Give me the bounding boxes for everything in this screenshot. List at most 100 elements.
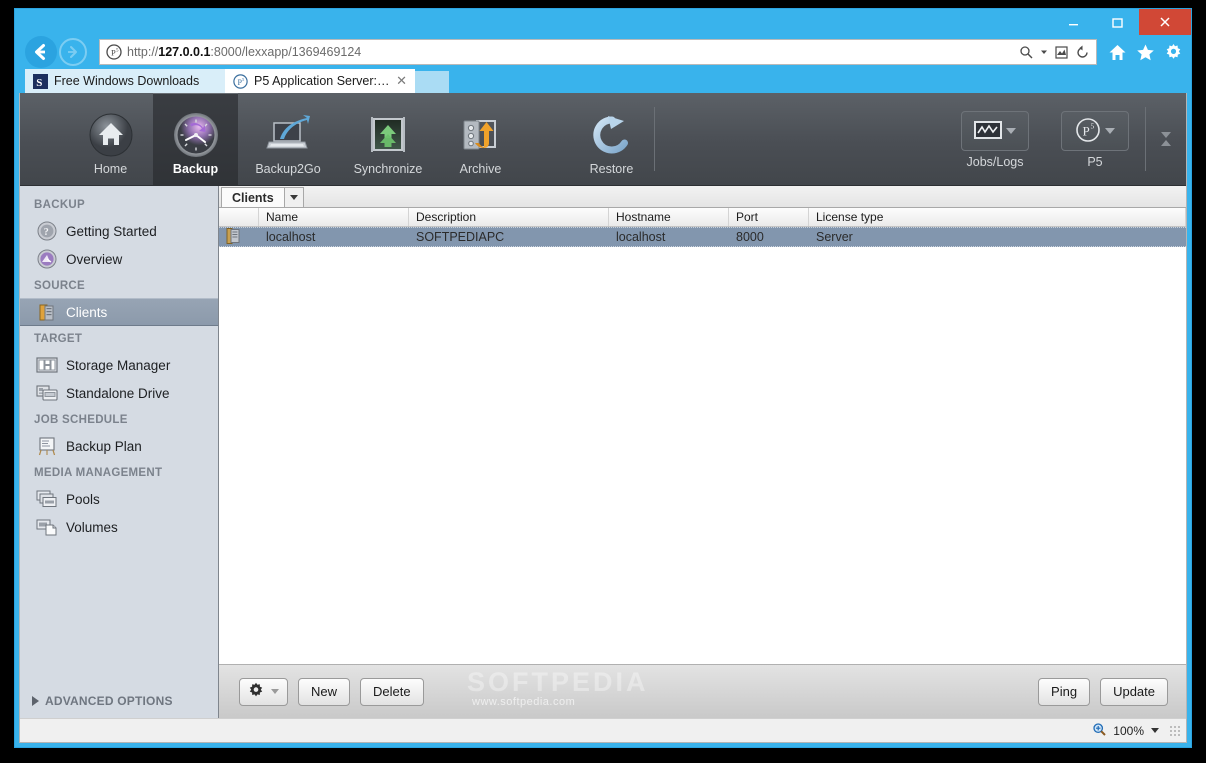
refresh-icon[interactable]: [1075, 45, 1090, 60]
sidebar-item-pools-label: Pools: [66, 491, 100, 507]
resize-grip[interactable]: [1170, 725, 1180, 736]
toolbar-item-jobs-logs[interactable]: Jobs/Logs: [945, 93, 1045, 185]
table-header-description[interactable]: Description: [409, 208, 609, 226]
browser-tab-1-title: Free Windows Downloads: [54, 74, 200, 88]
table-header-port[interactable]: Port: [729, 208, 809, 226]
minimize-button[interactable]: [1051, 9, 1095, 35]
zoom-magnifier-icon[interactable]: [1092, 722, 1107, 740]
sidebar-group-job-schedule-title: JOB SCHEDULE: [34, 414, 128, 426]
p5-icon: P 5: [233, 73, 248, 89]
toolbar-item-restore[interactable]: Restore: [569, 93, 654, 185]
chevron-down-icon[interactable]: [1006, 128, 1016, 134]
gear-icon: [248, 682, 264, 701]
compatibility-view-icon[interactable]: [1054, 45, 1069, 60]
row-hostname-cell: localhost: [616, 230, 666, 244]
table-row[interactable]: localhost SOFTPEDIAPC localhost 8000 Ser…: [219, 227, 1186, 247]
sidebar-item-clients[interactable]: Clients: [20, 298, 218, 326]
clients-server-icon: [36, 301, 58, 323]
toolbar-item-backup[interactable]: Backup: [153, 93, 238, 185]
forward-arrow-icon[interactable]: [59, 38, 87, 66]
sidebar-item-volumes[interactable]: Volumes: [20, 513, 218, 541]
table-header-name[interactable]: Name: [259, 208, 409, 226]
collapse-toggle-icon[interactable]: [1146, 93, 1186, 185]
jobs-logs-button[interactable]: [961, 111, 1029, 151]
table-header-license-type[interactable]: License type: [809, 208, 1186, 226]
sidebar-item-getting-started-label: Getting Started: [66, 223, 157, 239]
sidebar-advanced-options-label: ADVANCED OPTIONS: [45, 694, 173, 708]
ping-button[interactable]: Ping: [1038, 677, 1091, 706]
sidebar-item-standalone-drive[interactable]: Standalone Drive: [20, 379, 218, 407]
back-arrow-icon[interactable]: [25, 36, 57, 68]
tab-clients-dropdown[interactable]: [284, 187, 304, 207]
svg-text:P: P: [1083, 123, 1090, 138]
table-footer-right-group: Ping Update: [1028, 677, 1168, 706]
gear-icon[interactable]: [1164, 43, 1183, 62]
content-area: Clients Name Description Hostname Port L…: [219, 186, 1186, 718]
update-button[interactable]: Update: [1100, 677, 1168, 706]
toolbar-item-archive[interactable]: Archive: [438, 93, 523, 185]
toolbar-item-home[interactable]: Home: [68, 93, 153, 185]
sidebar-item-getting-started[interactable]: ? Getting Started: [20, 217, 218, 245]
clients-table: Name Description Hostname Port License t…: [219, 208, 1186, 718]
new-tab-button[interactable]: [415, 71, 449, 93]
p5-menu-button[interactable]: P 5: [1061, 111, 1129, 151]
browser-status-bar: 100%: [20, 718, 1186, 742]
tab-clients-label: Clients: [232, 190, 274, 205]
zoom-dropdown-icon[interactable]: [1150, 724, 1160, 738]
sidebar-group-target-title: TARGET: [34, 333, 83, 345]
table-header-hostname[interactable]: Hostname: [609, 208, 729, 226]
chevron-down-icon: [289, 195, 298, 200]
address-bar[interactable]: P 5 http://127.0.0.1:8000/lexxapp/136946…: [99, 39, 1097, 65]
toolbar-item-synchronize[interactable]: Synchronize: [338, 93, 438, 185]
star-icon[interactable]: [1136, 43, 1155, 62]
chevron-down-icon[interactable]: [1105, 128, 1115, 134]
toolbar-item-synchronize-label: Synchronize: [353, 162, 423, 176]
toolbar-item-p5[interactable]: P 5 P5: [1045, 93, 1145, 185]
archive-safe-icon: [455, 109, 507, 161]
overview-icon: [36, 248, 58, 270]
sidebar-item-volumes-label: Volumes: [66, 519, 118, 535]
sidebar-advanced-options[interactable]: ADVANCED OPTIONS: [20, 684, 218, 718]
synchronize-arrows-icon: [362, 109, 414, 161]
content-tab-bar: Clients: [219, 186, 1186, 208]
standalone-drive-icon: [36, 382, 58, 404]
window-controls: [1051, 9, 1191, 35]
svg-text:5: 5: [242, 77, 245, 82]
p5-logo-icon: P 5: [1075, 117, 1101, 146]
row-description-cell: SOFTPEDIAPC: [416, 230, 505, 244]
sidebar-item-storage-manager-label: Storage Manager: [66, 357, 171, 373]
table-body: localhost SOFTPEDIAPC localhost 8000 Ser…: [219, 227, 1186, 664]
address-bar-url: http://127.0.0.1:8000/lexxapp/1369469124: [127, 45, 362, 59]
toolbar-item-archive-label: Archive: [459, 162, 502, 176]
table-header-icon[interactable]: [219, 208, 259, 226]
page-viewport: Home Backup Backup2Go Synchronize Archiv…: [19, 93, 1187, 743]
getting-started-icon: ?: [36, 220, 58, 242]
close-button[interactable]: [1139, 9, 1191, 35]
toolbar-item-backup-label: Backup: [172, 162, 219, 176]
new-button[interactable]: New: [298, 677, 351, 706]
toolbar-item-restore-label: Restore: [589, 162, 634, 176]
storage-manager-icon: [36, 354, 58, 376]
sidebar-item-standalone-drive-label: Standalone Drive: [66, 385, 170, 401]
sidebar-group-backup-title: BACKUP: [34, 199, 85, 211]
settings-menu-button[interactable]: [239, 677, 288, 706]
toolbar-item-backup2go[interactable]: Backup2Go: [238, 93, 338, 185]
delete-button[interactable]: Delete: [360, 677, 424, 706]
row-license-cell: Server: [816, 230, 853, 244]
sidebar-group-media-management-title: MEDIA MANAGEMENT: [34, 467, 163, 479]
watermark-brand: SOFTPEDIA: [467, 667, 649, 697]
svg-text:S: S: [36, 76, 42, 88]
sidebar-item-backup-plan[interactable]: Backup Plan: [20, 432, 218, 460]
home-icon[interactable]: [1108, 43, 1127, 62]
tab-clients[interactable]: Clients: [221, 187, 285, 207]
browser-tab-1[interactable]: S Free Windows Downloads: [25, 69, 225, 93]
sidebar-item-pools[interactable]: Pools: [20, 485, 218, 513]
browser-tab-2[interactable]: P 5 P5 Application Server: SOFT... ✕: [225, 69, 415, 93]
home-circle-icon: [85, 109, 137, 161]
sidebar-item-overview[interactable]: Overview: [20, 245, 218, 273]
search-icon[interactable]: [1019, 45, 1034, 60]
close-icon[interactable]: ✕: [396, 73, 407, 89]
search-dropdown-icon[interactable]: [1040, 48, 1048, 56]
sidebar-item-storage-manager[interactable]: Storage Manager: [20, 351, 218, 379]
maximize-button[interactable]: [1095, 9, 1139, 35]
